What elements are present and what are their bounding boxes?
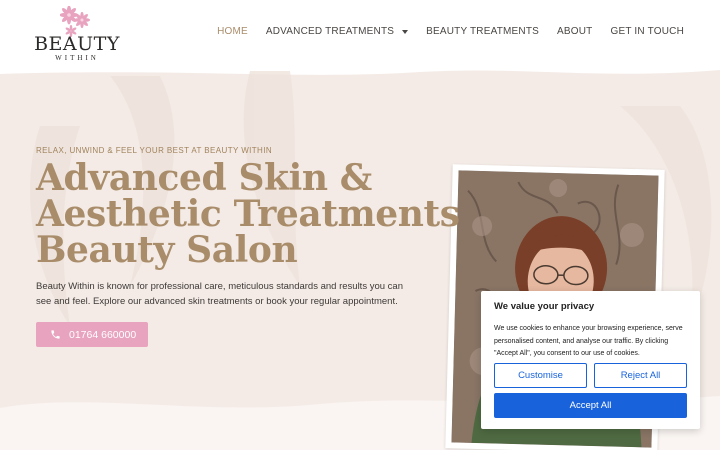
logo-wordmark: BEAUTY <box>34 33 120 55</box>
hero-eyebrow: RELAX, UNWIND & FEEL YOUR BEST AT BEAUTY… <box>36 146 273 155</box>
accept-all-button[interactable]: Accept All <box>494 393 687 418</box>
nav-item-home[interactable]: HOME <box>217 26 248 37</box>
nav-item-get-in-touch[interactable]: GET IN TOUCH <box>610 26 684 37</box>
customise-button[interactable]: Customise <box>494 363 587 388</box>
nav-item-label: ADVANCED TREATMENTS <box>265 26 395 37</box>
cookie-consent-dialog: We value your privacy We use cookies to … <box>481 291 700 429</box>
nav-item-label: GET IN TOUCH <box>610 26 684 37</box>
phone-icon <box>51 330 60 339</box>
nav-item-advanced-treatments[interactable]: ADVANCED TREATMENTS <box>265 26 409 37</box>
nav-item-label: ABOUT <box>557 26 593 37</box>
headline-line: Beauty Salon <box>36 229 298 271</box>
cookie-description: We use cookies to enhance your browsing … <box>494 325 683 357</box>
site-logo[interactable]: BEAUTY WITHIN <box>34 6 120 62</box>
nav-item-label: HOME <box>217 26 248 37</box>
cookie-title: We value your privacy <box>494 301 595 312</box>
hero-intro: Beauty Within is known for professional … <box>36 281 403 307</box>
reject-all-button[interactable]: Reject All <box>594 363 687 388</box>
logo-subtitle: WITHIN <box>55 54 99 62</box>
nav-item-about[interactable]: ABOUT <box>557 26 592 37</box>
hero-headline: Advanced Skin & Aesthetic Treatments Bea… <box>36 157 460 271</box>
chevron-down-icon[interactable] <box>402 29 409 34</box>
headline-line: Advanced Skin & <box>36 157 372 199</box>
nav-item-beauty-treatments[interactable]: BEAUTY TREATMENTS <box>426 26 539 37</box>
call-button[interactable]: 01764 660000 <box>36 322 148 347</box>
nav-item-label: BEAUTY TREATMENTS <box>426 26 540 37</box>
call-button-label: 01764 660000 <box>69 328 137 341</box>
site-header: BEAUTY WITHIN HOME ADVANCED TREATMENTS B… <box>0 0 720 70</box>
headline-line: Aesthetic Treatments <box>36 193 460 235</box>
main-nav: HOME ADVANCED TREATMENTS BEAUTY TREATMEN… <box>217 26 684 37</box>
cookie-button-row: Customise Reject All <box>494 363 687 388</box>
